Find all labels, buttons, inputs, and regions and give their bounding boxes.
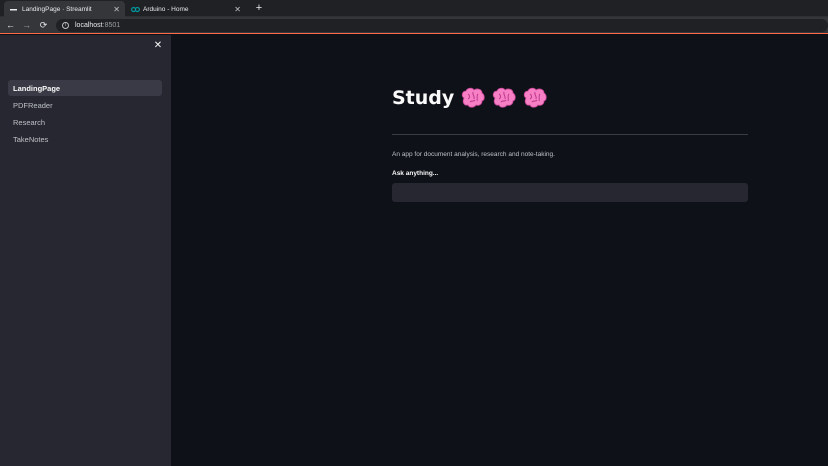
address-bar[interactable]: i localhost:8501 — [56, 19, 828, 32]
close-tab-icon[interactable]: ✕ — [113, 5, 120, 14]
title-divider — [392, 134, 748, 135]
new-tab-icon[interactable]: + — [253, 2, 265, 14]
sidebar-item-pdfreader[interactable]: PDFReader — [8, 97, 162, 113]
close-sidebar-icon[interactable]: ✕ — [153, 41, 163, 51]
brain-icon — [522, 87, 547, 109]
back-arrow-icon[interactable]: ← — [5, 20, 16, 31]
address-port: :8501 — [102, 22, 121, 29]
streamlit-favicon-icon — [10, 6, 17, 13]
ask-input[interactable] — [392, 183, 748, 202]
arduino-favicon-icon — [130, 6, 141, 13]
forward-arrow-icon[interactable]: → — [21, 20, 32, 31]
main-content: Study An app for document analysis, rese… — [171, 35, 828, 466]
browser-toolbar: ← → ⟳ i localhost:8501 — [0, 17, 828, 34]
sidebar-item-landingpage[interactable]: LandingPage — [8, 80, 162, 96]
page-title: Study — [392, 87, 455, 109]
tab-title: Arduino - Home — [143, 5, 189, 13]
app-description: An app for document analysis, research a… — [392, 151, 555, 158]
sidebar-item-research[interactable]: Research — [8, 114, 162, 130]
reload-icon[interactable]: ⟳ — [38, 20, 49, 31]
brain-icon — [491, 87, 516, 109]
address-host: localhost — [75, 22, 103, 29]
brain-icon — [460, 87, 485, 109]
tab-title: LandingPage · Streamlit — [22, 5, 92, 13]
browser-tab-bar: LandingPage · Streamlit ✕ Arduino - Home… — [0, 0, 828, 17]
sidebar-item-takenotes[interactable]: TakeNotes — [8, 131, 162, 147]
close-tab-icon[interactable]: ✕ — [234, 5, 241, 14]
sidebar-nav: LandingPage PDFReader Research TakeNotes — [8, 80, 162, 148]
info-icon[interactable]: i — [62, 22, 69, 29]
browser-tab-landingpage[interactable]: LandingPage · Streamlit ✕ — [4, 1, 125, 17]
sidebar: ✕ LandingPage PDFReader Research TakeNot… — [0, 35, 171, 466]
page-title-row: Study — [392, 87, 547, 109]
ask-input-label: Ask anything... — [392, 170, 439, 177]
browser-tab-arduino[interactable]: Arduino - Home ✕ — [125, 1, 246, 17]
